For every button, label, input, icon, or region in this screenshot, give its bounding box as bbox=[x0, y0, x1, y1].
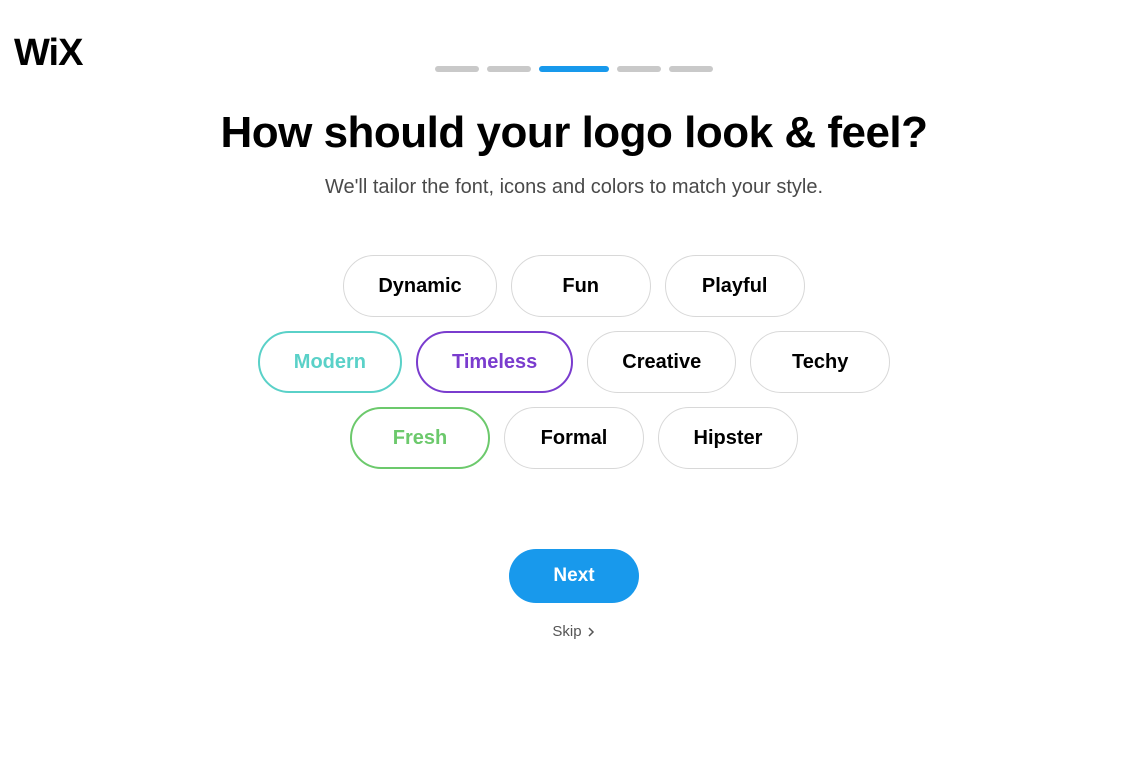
page-subtitle: We'll tailor the font, icons and colors … bbox=[0, 176, 1148, 199]
chip-creative[interactable]: Creative bbox=[587, 331, 736, 393]
style-chip-grid: Dynamic Fun Playful Modern Timeless Crea… bbox=[0, 255, 1148, 469]
chip-row-2: Modern Timeless Creative Techy bbox=[258, 331, 890, 393]
skip-link[interactable]: Skip bbox=[552, 623, 595, 640]
progress-step-1 bbox=[435, 66, 479, 72]
chip-fresh[interactable]: Fresh bbox=[350, 407, 490, 469]
chip-hipster[interactable]: Hipster bbox=[658, 407, 798, 469]
chip-row-3: Fresh Formal Hipster bbox=[350, 407, 798, 469]
progress-step-5 bbox=[669, 66, 713, 72]
page-title: How should your logo look & feel? bbox=[0, 108, 1148, 158]
skip-label: Skip bbox=[552, 623, 581, 640]
action-bar: Next Skip bbox=[0, 549, 1148, 640]
next-button[interactable]: Next bbox=[509, 549, 638, 603]
chip-playful[interactable]: Playful bbox=[665, 255, 805, 317]
chip-techy[interactable]: Techy bbox=[750, 331, 890, 393]
chip-modern[interactable]: Modern bbox=[258, 331, 402, 393]
progress-step-2 bbox=[487, 66, 531, 72]
wix-logo: WiX bbox=[14, 34, 82, 72]
chip-row-1: Dynamic Fun Playful bbox=[343, 255, 804, 317]
chip-timeless[interactable]: Timeless bbox=[416, 331, 573, 393]
progress-step-4 bbox=[617, 66, 661, 72]
chip-formal[interactable]: Formal bbox=[504, 407, 644, 469]
chevron-right-icon bbox=[586, 627, 596, 637]
chip-dynamic[interactable]: Dynamic bbox=[343, 255, 496, 317]
main-content: How should your logo look & feel? We'll … bbox=[0, 72, 1148, 640]
chip-fun[interactable]: Fun bbox=[511, 255, 651, 317]
progress-step-3 bbox=[539, 66, 609, 72]
progress-indicator bbox=[0, 0, 1148, 72]
